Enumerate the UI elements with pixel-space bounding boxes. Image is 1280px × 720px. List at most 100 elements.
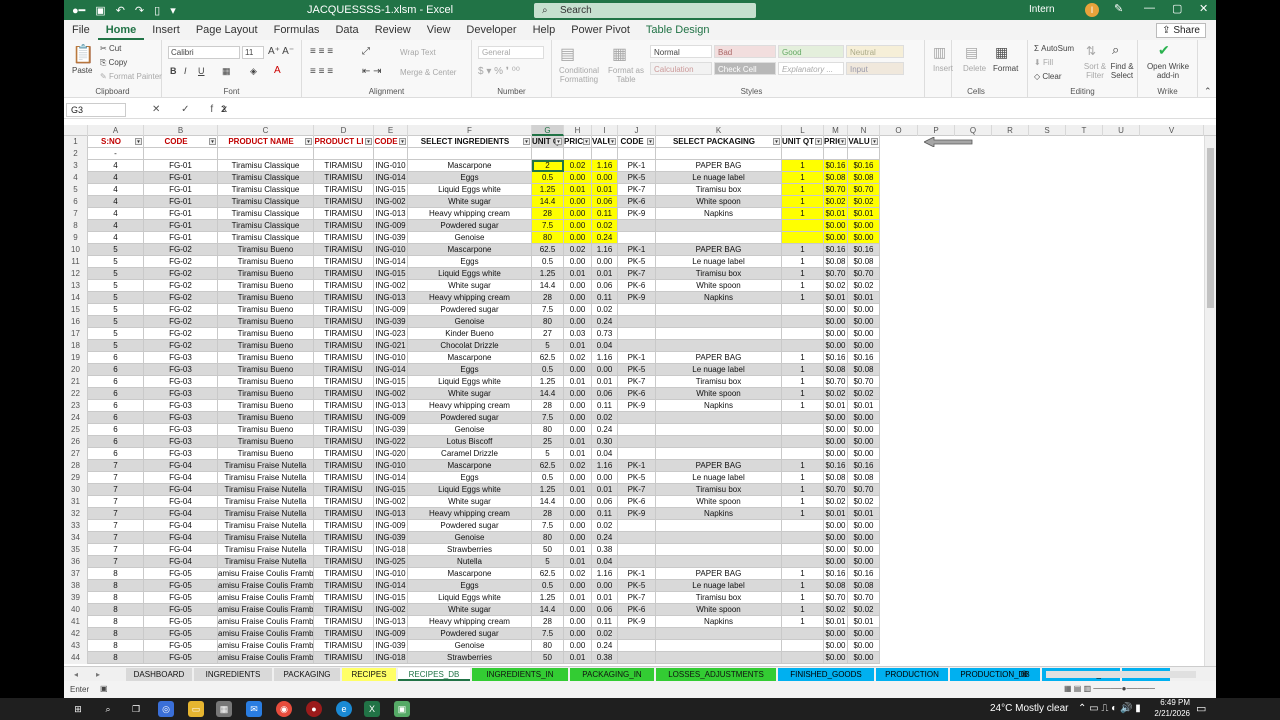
cell[interactable]: 4 xyxy=(88,196,144,208)
cell[interactable]: 0.00 xyxy=(564,172,592,184)
cell[interactable]: Chocolat Drizzle xyxy=(408,340,532,352)
cell[interactable]: PK-9 xyxy=(618,508,656,520)
cell[interactable]: 28 xyxy=(532,616,564,628)
cell[interactable]: $0.00 xyxy=(848,304,880,316)
cell[interactable]: PK-9 xyxy=(618,616,656,628)
cell[interactable]: ING-002 xyxy=(374,604,408,616)
cell[interactable]: Tiramisu Bueno xyxy=(218,340,314,352)
cell[interactable]: 7.5 xyxy=(532,220,564,232)
row-header[interactable]: 14 xyxy=(64,292,88,304)
formula-input[interactable]: 2 xyxy=(221,104,226,114)
cell[interactable]: 0.00 xyxy=(592,580,618,592)
cell[interactable]: TIRAMISU xyxy=(314,448,374,460)
row-header[interactable]: 20 xyxy=(64,364,88,376)
cell[interactable] xyxy=(656,628,782,640)
cell[interactable]: TIRAMISU xyxy=(314,640,374,652)
cell[interactable]: 0.5 xyxy=(532,172,564,184)
cell[interactable]: 1 xyxy=(782,604,824,616)
cell[interactable] xyxy=(618,232,656,244)
cell[interactable] xyxy=(656,448,782,460)
fill-button[interactable]: ⬇ Fill xyxy=(1034,58,1053,67)
row-header[interactable]: 29 xyxy=(64,472,88,484)
cell[interactable]: ING-009 xyxy=(374,520,408,532)
cell[interactable]: 0.06 xyxy=(592,496,618,508)
view-buttons[interactable]: ▦ ▤ ▥ ─────●───── xyxy=(1064,684,1155,693)
cell[interactable]: 0.00 xyxy=(564,532,592,544)
cell[interactable] xyxy=(656,328,782,340)
cell[interactable]: 5 xyxy=(88,280,144,292)
row-header[interactable]: 34 xyxy=(64,532,88,544)
cell[interactable] xyxy=(782,148,824,160)
cell[interactable]: $0.00 xyxy=(824,316,848,328)
app-icon[interactable]: ● xyxy=(306,701,322,717)
cell[interactable]: 62.5 xyxy=(532,568,564,580)
cell[interactable]: FG-02 xyxy=(144,268,218,280)
chrome-icon[interactable]: ◉ xyxy=(276,701,292,717)
cell[interactable] xyxy=(782,532,824,544)
cell[interactable]: amisu Fraise Coulis Frambo xyxy=(218,628,314,640)
cell[interactable]: 0.01 xyxy=(592,484,618,496)
cell[interactable]: 1 xyxy=(782,196,824,208)
cell[interactable]: TIRAMISU xyxy=(314,580,374,592)
cell[interactable]: Liquid Eggs white xyxy=(408,376,532,388)
cell[interactable] xyxy=(848,148,880,160)
cell[interactable]: Mascarpone xyxy=(408,460,532,472)
cell[interactable]: 4 xyxy=(88,208,144,220)
cell[interactable]: TIRAMISU xyxy=(314,184,374,196)
cell[interactable]: 8 xyxy=(88,568,144,580)
underline-icon[interactable]: U xyxy=(198,66,205,76)
clock-time[interactable]: 6:49 PM xyxy=(1150,698,1190,707)
cell[interactable]: PAPER BAG xyxy=(656,568,782,580)
cell[interactable]: 6 xyxy=(88,436,144,448)
cell[interactable]: 4 xyxy=(88,172,144,184)
cell[interactable] xyxy=(656,556,782,568)
cell[interactable]: TIRAMISU xyxy=(314,604,374,616)
cell[interactable]: ING-025 xyxy=(374,556,408,568)
cell[interactable]: 50 xyxy=(532,544,564,556)
cell[interactable]: 6 xyxy=(88,448,144,460)
cell[interactable]: PK-1 xyxy=(618,568,656,580)
cell[interactable]: 1.16 xyxy=(592,460,618,472)
cell[interactable]: Tiramisu Bueno xyxy=(218,304,314,316)
cell[interactable] xyxy=(782,316,824,328)
cell[interactable]: 25 xyxy=(532,436,564,448)
cell[interactable]: $0.16 xyxy=(848,568,880,580)
cell[interactable]: 0.00 xyxy=(564,304,592,316)
cell[interactable]: TIRAMISU xyxy=(314,616,374,628)
cell[interactable]: Liquid Eggs white xyxy=(408,268,532,280)
cell[interactable]: 0.06 xyxy=(592,196,618,208)
cell[interactable]: 1.16 xyxy=(592,244,618,256)
cell[interactable]: 7 xyxy=(88,484,144,496)
cell[interactable]: Eggs xyxy=(408,172,532,184)
cell[interactable] xyxy=(782,520,824,532)
filter-dropdown-icon[interactable]: ▾ xyxy=(647,138,654,145)
cell[interactable]: TIRAMISU xyxy=(314,484,374,496)
cell[interactable]: 0.24 xyxy=(592,316,618,328)
cell[interactable]: White sugar xyxy=(408,388,532,400)
cell[interactable]: $0.70 xyxy=(824,484,848,496)
cell[interactable] xyxy=(656,544,782,556)
cell[interactable]: $0.00 xyxy=(824,556,848,568)
cut-button[interactable]: ✂ Cut xyxy=(100,44,121,53)
cell[interactable]: ING-002 xyxy=(374,280,408,292)
cell[interactable]: 1 xyxy=(782,388,824,400)
cell[interactable]: ING-002 xyxy=(374,196,408,208)
filter-dropdown-icon[interactable]: ▾ xyxy=(871,138,878,145)
cell[interactable]: $0.02 xyxy=(848,280,880,292)
cell[interactable] xyxy=(618,340,656,352)
cell[interactable] xyxy=(782,640,824,652)
cell[interactable]: Le nuage label xyxy=(656,580,782,592)
left-arrow-shape[interactable] xyxy=(924,137,974,147)
tab-help[interactable]: Help xyxy=(525,24,564,36)
cell[interactable] xyxy=(782,652,824,664)
cell[interactable]: Heavy whipping cream xyxy=(408,616,532,628)
filter-dropdown-icon[interactable]: ▾ xyxy=(305,138,312,145)
cell[interactable]: Liquid Eggs white xyxy=(408,184,532,196)
cell[interactable]: ING-002 xyxy=(374,496,408,508)
customize-icon[interactable]: ▾ xyxy=(170,4,176,17)
cell[interactable]: 0.5 xyxy=(532,580,564,592)
cell[interactable]: 80 xyxy=(532,640,564,652)
cell[interactable]: 0.30 xyxy=(592,436,618,448)
cell[interactable] xyxy=(374,148,408,160)
row-header[interactable]: 19 xyxy=(64,352,88,364)
